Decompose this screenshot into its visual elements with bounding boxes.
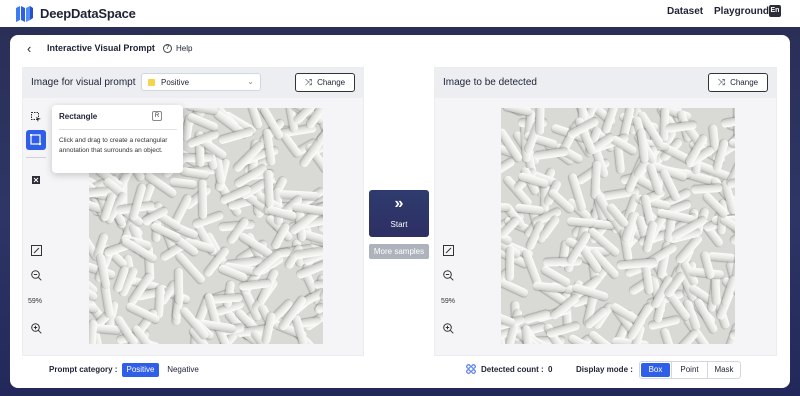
rice-grain xyxy=(660,326,680,344)
category-negative-option[interactable]: Negative xyxy=(163,363,203,377)
zoom-out-icon[interactable] xyxy=(26,265,46,285)
rice-grain xyxy=(501,278,530,299)
visual-prompt-title: Image for visual prompt xyxy=(31,77,136,88)
prompt-category-select[interactable]: Positive ⌄ xyxy=(141,73,261,91)
nav-link-playground[interactable]: Playground xyxy=(714,6,769,17)
display-mode-point[interactable]: Point xyxy=(672,363,707,377)
help-circle-icon[interactable]: ? xyxy=(163,44,172,53)
detection-panel-title: Image to be detected xyxy=(443,77,537,88)
chevron-down-icon: ⌄ xyxy=(247,77,254,86)
language-icon[interactable]: En xyxy=(769,5,781,17)
shuffle-icon: ⤨ xyxy=(304,77,313,87)
fit-screen-icon[interactable] xyxy=(26,240,46,260)
grid-dots-icon xyxy=(466,364,476,374)
display-mode-mask[interactable]: Mask xyxy=(708,363,740,377)
rice-grain xyxy=(707,251,735,263)
brand-name[interactable]: DeepDataSpace xyxy=(40,6,136,21)
rice-grain xyxy=(535,108,545,135)
nav-link-dataset[interactable]: Dataset xyxy=(667,6,703,17)
rice-grain xyxy=(566,217,595,228)
logo-icon xyxy=(16,6,33,22)
prompt-zoom-level: 59% xyxy=(28,298,43,305)
change-prompt-image-label: Change xyxy=(317,78,346,87)
rice-grain xyxy=(315,303,323,313)
rice-grain xyxy=(502,108,533,117)
positive-swatch-icon xyxy=(148,79,155,86)
tooltip-shortcut-key: R xyxy=(152,111,162,121)
zoom-out-icon[interactable] xyxy=(438,265,458,285)
detected-count-label: Detected count : xyxy=(481,365,544,374)
tooltip-divider xyxy=(59,129,177,130)
display-mode-toggle: Box Point Mask xyxy=(639,361,741,379)
shuffle-icon: ⤨ xyxy=(717,77,726,87)
toolbar-divider xyxy=(26,157,46,158)
display-mode-box[interactable]: Box xyxy=(641,363,670,377)
fit-screen-icon[interactable] xyxy=(438,240,458,260)
page-title: Interactive Visual Prompt xyxy=(47,43,155,53)
top-nav: DeepDataSpace Dataset Playground En xyxy=(0,0,800,27)
start-button[interactable]: » Start xyxy=(369,190,429,237)
rice-grain xyxy=(522,309,551,325)
tooltip-title: Rectangle xyxy=(59,112,98,121)
zoom-in-icon[interactable] xyxy=(26,318,46,338)
rice-grain xyxy=(174,268,184,305)
prompt-category-label: Prompt category : xyxy=(49,365,118,374)
change-target-image-label: Change xyxy=(730,78,759,87)
detected-count-value: 0 xyxy=(548,365,553,374)
category-positive-option[interactable]: Positive xyxy=(122,363,159,377)
rice-grain xyxy=(198,178,207,219)
help-link[interactable]: Help xyxy=(176,44,192,53)
start-button-label: Start xyxy=(390,220,408,229)
prompt-category-select-value: Positive xyxy=(161,78,190,87)
display-mode-label: Display mode : xyxy=(576,365,633,374)
rice-grain xyxy=(169,177,197,189)
delete-tool-icon[interactable] xyxy=(26,169,46,189)
rice-grain xyxy=(672,328,700,344)
rectangle-tool-tooltip: Rectangle R Click and drag to create a r… xyxy=(52,105,183,173)
back-chevron-icon[interactable]: ‹ xyxy=(27,42,37,56)
change-prompt-image-button[interactable]: ⤨ Change xyxy=(295,73,355,92)
target-zoom-level: 59% xyxy=(441,298,456,305)
tooltip-description: Click and drag to create a rectangular a… xyxy=(59,137,168,154)
more-samples-button[interactable]: More samples xyxy=(369,244,429,259)
double-chevron-right-icon: » xyxy=(394,195,404,212)
change-target-image-button[interactable]: ⤨ Change xyxy=(708,73,768,92)
rectangle-tool-icon[interactable] xyxy=(26,130,46,150)
rice-grain xyxy=(506,246,515,282)
rice-grain xyxy=(710,274,721,306)
target-image[interactable] xyxy=(501,108,735,344)
select-tool-icon[interactable] xyxy=(26,107,46,127)
rice-grain xyxy=(720,113,735,129)
zoom-in-icon[interactable] xyxy=(438,318,458,338)
